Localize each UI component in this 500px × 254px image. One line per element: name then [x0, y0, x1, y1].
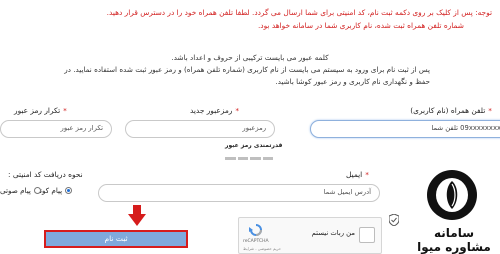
recaptcha-widget: من ربات نیستم reCAPTCHA حریم خصوصی - شرا…: [238, 217, 382, 254]
strength-segment: [262, 157, 273, 160]
site-logo: سامانه مشاوره میوا: [407, 168, 500, 254]
logo-leaf-icon: [446, 181, 458, 209]
arrow-down-icon: [128, 205, 146, 226]
confirm-password-placeholder: تکرار رمز عبور: [60, 124, 103, 132]
radio-sms-dot[interactable]: [65, 187, 73, 194]
notice-line-2: شماره تلفن همراه ثبت شده، نام کاربری شما…: [257, 21, 464, 30]
password-strength-meter: [225, 157, 273, 160]
recaptcha-terms[interactable]: حریم خصوصی - شرایط: [243, 246, 281, 251]
mobile-label-text: تلفن همراه (نام کاربری): [410, 106, 486, 115]
email-placeholder: آدرس ایمیل شما: [323, 188, 371, 196]
logo-text: سامانه مشاوره میوا: [417, 226, 491, 254]
new-password-label-text: رمزعبور جدید: [190, 106, 233, 115]
email-label-text: ایمیل: [346, 170, 363, 179]
new-password-label: *رمزعبور جدید: [190, 106, 239, 115]
required-mark: *: [235, 106, 240, 115]
register-button[interactable]: ثبت نام: [44, 230, 188, 248]
new-password-input[interactable]: رمزعبور: [125, 120, 275, 138]
shield-icon: [389, 214, 399, 226]
recaptcha-label: من ربات نیستم: [311, 229, 355, 237]
strength-segment: [237, 157, 248, 160]
radio-voice-dot[interactable]: [33, 187, 41, 194]
mobile-input[interactable]: 09xxxxxxxx تلفن شما: [310, 120, 500, 138]
notice-text: توجه: پس از کلیک بر روی دکمه ثبت نام، کد…: [22, 6, 492, 32]
password-strength-label: قدرتمندی رمز عبور: [225, 142, 283, 149]
password-rule: کلمه عبور می بایست ترکیبی از حروف و اعدا…: [171, 53, 329, 62]
email-input[interactable]: آدرس ایمیل شما: [98, 184, 380, 202]
required-mark: *: [488, 106, 492, 115]
notice-line-1: توجه: پس از کلیک بر روی دکمه ثبت نام، کد…: [106, 8, 492, 17]
strength-segment: [250, 157, 261, 160]
recaptcha-brand: reCAPTCHA: [243, 239, 269, 244]
required-mark: *: [63, 106, 67, 115]
confirm-password-label-text: تکرار رمز عبور: [14, 106, 61, 115]
strength-segment: [225, 157, 236, 160]
code-delivery-label: نحوه دریافت کد امنیتی :: [8, 170, 83, 179]
register-button-label: ثبت نام: [104, 234, 128, 243]
new-password-placeholder: رمزعبور: [242, 124, 266, 132]
recaptcha-logo-icon: [249, 224, 262, 236]
login-note: پس از ثبت نام برای ورود به سیستم می بایس…: [64, 65, 430, 86]
mobile-input-value: 09xxxxxxxx تلفن شما: [431, 124, 500, 132]
radio-voice-label: پیام صوتی: [0, 186, 31, 195]
required-mark: *: [365, 170, 369, 179]
recaptcha-checkbox[interactable]: [359, 227, 375, 243]
radio-voice[interactable]: پیام صوتی: [0, 186, 41, 195]
mobile-label: *تلفن همراه (نام کاربری): [410, 106, 492, 115]
email-label: *ایمیل: [346, 170, 369, 179]
confirm-password-input[interactable]: تکرار رمز عبور: [0, 120, 112, 138]
confirm-password-label: *تکرار رمز عبور: [14, 106, 67, 115]
